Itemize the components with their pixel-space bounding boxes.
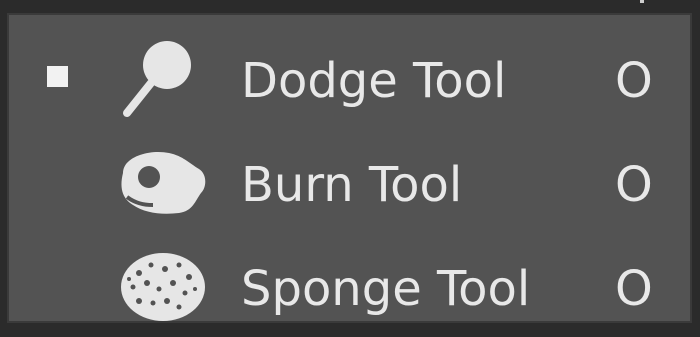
sponge-icon xyxy=(109,243,209,327)
shortcut-key: O xyxy=(615,157,653,213)
menu-item-label: Sponge Tool xyxy=(241,261,531,317)
tool-flyout-menu: Dodge Tool O Burn Tool O Sponge Tool O xyxy=(7,13,692,323)
top-strip xyxy=(0,0,700,6)
menu-item-burn-tool[interactable]: Burn Tool O xyxy=(9,133,690,233)
shortcut-key: O xyxy=(615,53,653,109)
shortcut-key: O xyxy=(615,261,653,317)
top-strip-mark xyxy=(640,0,644,3)
selected-indicator xyxy=(47,66,68,87)
menu-item-label: Dodge Tool xyxy=(241,53,507,109)
dodge-icon xyxy=(109,35,209,119)
menu-item-dodge-tool[interactable]: Dodge Tool O xyxy=(9,29,690,129)
menu-item-label: Burn Tool xyxy=(241,157,463,213)
burn-icon xyxy=(109,139,209,223)
menu-item-sponge-tool[interactable]: Sponge Tool O xyxy=(9,237,690,337)
